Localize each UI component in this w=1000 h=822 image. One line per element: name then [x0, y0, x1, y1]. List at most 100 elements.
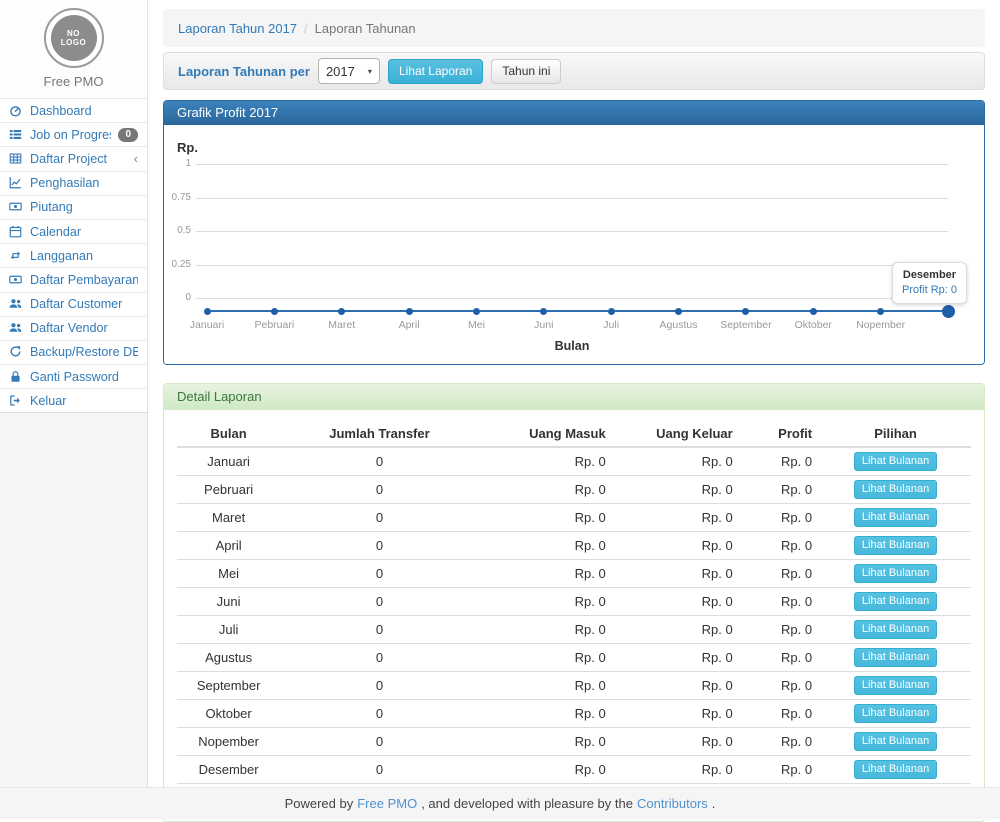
cell: Juni [177, 588, 280, 616]
users-icon [9, 321, 23, 335]
cell: Mei [177, 560, 280, 588]
cell: Oktober [177, 700, 280, 728]
logo-ring: NO LOGO [44, 8, 104, 68]
lihat-bulanan-button[interactable]: Lihat Bulanan [854, 704, 937, 723]
data-point-juli[interactable] [608, 308, 615, 315]
cell: Rp. 0 [614, 672, 741, 700]
cell-action: Lihat Bulanan [820, 756, 971, 784]
cell: Rp. 0 [614, 588, 741, 616]
cell-action: Lihat Bulanan [820, 504, 971, 532]
lihat-bulanan-button[interactable]: Lihat Bulanan [854, 564, 937, 583]
sidebar-item-penghasilan[interactable]: Penghasilan [0, 171, 147, 195]
cell: 0 [280, 672, 479, 700]
cell: 0 [280, 756, 479, 784]
table-row-maret: Maret0Rp. 0Rp. 0Rp. 0Lihat Bulanan [177, 504, 971, 532]
data-point-juni[interactable] [540, 308, 547, 315]
data-point-nopember[interactable] [877, 308, 884, 315]
sidebar-item-daftar-pembayaran[interactable]: Daftar Pembayaran [0, 267, 147, 291]
lihat-bulanan-button[interactable]: Lihat Bulanan [854, 480, 937, 499]
chevron-left-icon: ‹ [134, 153, 138, 165]
sidebar-item-job-on-progress[interactable]: Job on Progress0 [0, 122, 147, 146]
sidebar-item-daftar-vendor[interactable]: Daftar Vendor [0, 316, 147, 340]
lihat-bulanan-button[interactable]: Lihat Bulanan [854, 536, 937, 555]
cell: Rp. 0 [741, 504, 820, 532]
report-table: BulanJumlah TransferUang MasukUang Kelua… [177, 421, 971, 808]
column-header-jumlah-transfer: Jumlah Transfer [280, 421, 479, 447]
cell: Rp. 0 [614, 447, 741, 476]
data-point-september[interactable] [742, 308, 749, 315]
cell: Rp. 0 [741, 532, 820, 560]
cell: Rp. 0 [614, 728, 741, 756]
cell-action: Lihat Bulanan [820, 588, 971, 616]
data-point-pebruari[interactable] [271, 308, 278, 315]
cell: 0 [280, 728, 479, 756]
column-header-profit: Profit [741, 421, 820, 447]
table-row-mei: Mei0Rp. 0Rp. 0Rp. 0Lihat Bulanan [177, 560, 971, 588]
lihat-bulanan-button[interactable]: Lihat Bulanan [854, 592, 937, 611]
cell: Rp. 0 [741, 588, 820, 616]
cell: Pebruari [177, 476, 280, 504]
sidebar-item-label: Daftar Customer [30, 297, 138, 311]
sidebar-item-label: Job on Progress [30, 128, 111, 142]
x-tick-label: Oktober [777, 319, 849, 331]
lihat-laporan-button[interactable]: Lihat Laporan [388, 59, 483, 84]
sidebar-item-dashboard[interactable]: Dashboard [0, 98, 147, 122]
cell: 0 [280, 616, 479, 644]
sidebar-item-calendar[interactable]: Calendar [0, 219, 147, 243]
footer-link-free-pmo[interactable]: Free PMO [357, 796, 417, 811]
sidebar-item-keluar[interactable]: Keluar [0, 388, 147, 412]
y-tick-label: 0.25 [164, 259, 191, 270]
footer-link-contributors[interactable]: Contributors [637, 796, 708, 811]
year-select[interactable]: 2017 ▾ [318, 58, 380, 84]
cell: Januari [177, 447, 280, 476]
cell: 0 [280, 532, 479, 560]
lihat-bulanan-button[interactable]: Lihat Bulanan [854, 620, 937, 639]
cell: Nopember [177, 728, 280, 756]
sidebar-item-daftar-project[interactable]: Daftar Project‹ [0, 146, 147, 170]
data-point-agustus[interactable] [675, 308, 682, 315]
x-tick-label: Januari [171, 319, 243, 331]
sidebar-item-piutang[interactable]: Piutang [0, 195, 147, 219]
lihat-bulanan-button[interactable]: Lihat Bulanan [854, 732, 937, 751]
lihat-bulanan-button[interactable]: Lihat Bulanan [854, 648, 937, 667]
cell: Agustus [177, 644, 280, 672]
sidebar-card: NO LOGO Free PMO DashboardJob on Progres… [0, 0, 147, 413]
x-tick-label: Juli [575, 319, 647, 331]
cell: Rp. 0 [479, 532, 614, 560]
lihat-bulanan-button[interactable]: Lihat Bulanan [854, 760, 937, 779]
data-point-januari[interactable] [204, 308, 211, 315]
lihat-bulanan-button[interactable]: Lihat Bulanan [854, 508, 937, 527]
cell: 0 [280, 560, 479, 588]
cell: Desember [177, 756, 280, 784]
table-row-januari: Januari0Rp. 0Rp. 0Rp. 0Lihat Bulanan [177, 447, 971, 476]
cell-action: Lihat Bulanan [820, 476, 971, 504]
cell: September [177, 672, 280, 700]
money-icon [9, 273, 23, 287]
x-tick-label: Agustus [643, 319, 715, 331]
cell: Rp. 0 [741, 700, 820, 728]
y-tick-label: 0 [164, 292, 191, 303]
x-tick-label: April [373, 319, 445, 331]
data-point-mei[interactable] [473, 308, 480, 315]
sidebar-item-backup-restore-db[interactable]: Backup/Restore DB [0, 340, 147, 364]
sidebar-item-daftar-customer[interactable]: Daftar Customer [0, 292, 147, 316]
x-tick-label: Nopember [845, 319, 917, 331]
sidebar-item-langganan[interactable]: Langganan [0, 243, 147, 267]
gridline [196, 198, 948, 199]
data-point-oktober[interactable] [810, 308, 817, 315]
data-point-maret[interactable] [338, 308, 345, 315]
sidebar-item-ganti-password[interactable]: Ganti Password [0, 364, 147, 388]
tahun-ini-button[interactable]: Tahun ini [491, 59, 561, 84]
data-point-desember[interactable] [942, 305, 955, 318]
lihat-bulanan-button[interactable]: Lihat Bulanan [854, 676, 937, 695]
table-row-september: September0Rp. 0Rp. 0Rp. 0Lihat Bulanan [177, 672, 971, 700]
page-footer: Powered by Free PMO, and developed with … [0, 787, 1000, 819]
y-axis-title: Rp. [177, 140, 198, 155]
data-point-april[interactable] [406, 308, 413, 315]
table-row-pebruari: Pebruari0Rp. 0Rp. 0Rp. 0Lihat Bulanan [177, 476, 971, 504]
sidebar-item-label: Daftar Pembayaran [30, 273, 138, 287]
sidebar: NO LOGO Free PMO DashboardJob on Progres… [0, 0, 148, 787]
lihat-bulanan-button[interactable]: Lihat Bulanan [854, 452, 937, 471]
breadcrumb-link-laporan-tahun[interactable]: Laporan Tahun 2017 [178, 21, 297, 36]
cell: Rp. 0 [741, 672, 820, 700]
